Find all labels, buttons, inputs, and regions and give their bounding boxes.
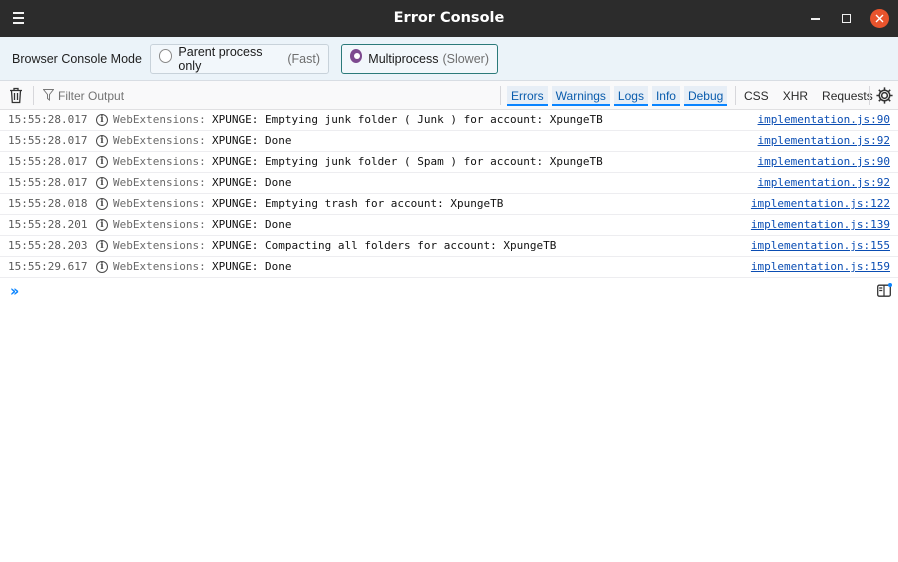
info-icon: i	[96, 135, 108, 147]
toolbar-separator	[869, 86, 870, 105]
log-prefix: WebExtensions:	[113, 197, 206, 210]
toolbar-separator	[33, 86, 34, 105]
log-source-link[interactable]: implementation.js:90	[758, 152, 890, 172]
filter-icon	[43, 89, 54, 101]
log-source-link[interactable]: implementation.js:90	[758, 110, 890, 130]
log-prefix: WebExtensions:	[113, 260, 206, 273]
log-message-text: XPUNGE: Done	[212, 260, 292, 273]
log-timestamp: 15:55:28.017	[8, 176, 88, 189]
log-message-row: 15:55:28.201 i WebExtensions: XPUNGE: Done i…	[0, 215, 898, 236]
info-icon: i	[96, 198, 108, 210]
log-message-row: 15:55:28.203 i WebExtensions: XPUNGE: Compa…	[0, 236, 898, 257]
mode-option-label: Parent process only	[178, 45, 263, 73]
log-message-text: XPUNGE: Compacting all folders for accou…	[212, 239, 557, 252]
info-icon: i	[96, 156, 108, 168]
log-message-row: 15:55:28.018 i WebExtensions: XPUNGE: Empty…	[0, 194, 898, 215]
log-prefix: WebExtensions:	[113, 176, 206, 189]
log-timestamp: 15:55:28.017	[8, 113, 88, 126]
filter-logs-button[interactable]: Logs	[613, 86, 648, 106]
console-input-row: ››	[0, 278, 898, 302]
log-message-text: XPUNGE: Done	[212, 176, 292, 189]
log-message-text: XPUNGE: Emptying trash for account: Xpun…	[212, 197, 504, 210]
log-timestamp: 15:55:28.203	[8, 239, 88, 252]
window-title: Error Console	[393, 10, 505, 26]
log-message-row: 15:55:29.617 i WebExtensions: XPUNGE: Done i…	[0, 257, 898, 278]
log-message-row: 15:55:28.017 i WebExtensions: XPUNGE: Empty…	[0, 152, 898, 173]
mode-option-hint: (Fast)	[287, 52, 320, 66]
log-message-text: XPUNGE: Done	[212, 218, 292, 231]
filter-warnings-button[interactable]: Warnings	[551, 86, 610, 106]
mode-option-parent-process[interactable]: Parent process only (Fast)	[150, 44, 329, 74]
log-prefix: WebExtensions:	[113, 113, 206, 126]
console-output: 15:55:28.017 i WebExtensions: XPUNGE: Empty…	[0, 110, 898, 278]
window-titlebar: Error Console	[0, 0, 898, 37]
close-icon	[875, 14, 884, 23]
log-timestamp: 15:55:28.017	[8, 155, 88, 168]
log-timestamp: 15:55:28.017	[8, 134, 88, 147]
minimize-icon	[810, 18, 820, 20]
log-message-text: XPUNGE: Emptying junk folder ( Spam ) fo…	[212, 155, 603, 168]
log-message-text: XPUNGE: Emptying junk folder ( Junk ) fo…	[212, 113, 603, 126]
mode-option-hint: (Slower)	[442, 52, 489, 66]
console-toolbar: Errors Warnings Logs Info Debug CSS XHR …	[0, 81, 898, 110]
console-input[interactable]	[30, 280, 860, 300]
log-message-row: 15:55:28.017 i WebExtensions: XPUNGE: Empty…	[0, 110, 898, 131]
info-icon: i	[96, 240, 108, 252]
log-prefix: WebExtensions:	[113, 218, 206, 231]
info-icon: i	[96, 261, 108, 273]
filter-debug-button[interactable]: Debug	[683, 86, 728, 106]
filter-requests-button[interactable]: Requests	[818, 86, 877, 106]
level-filter-group: Errors Warnings Logs Info Debug	[507, 86, 728, 106]
radio-unchecked-icon[interactable]	[159, 49, 173, 63]
log-prefix: WebExtensions:	[113, 155, 206, 168]
filter-info-button[interactable]: Info	[651, 86, 680, 106]
filter-output-input[interactable]	[56, 85, 486, 106]
console-mode-bar: Browser Console Mode Parent process only…	[0, 37, 898, 81]
mode-option-multiprocess[interactable]: Multiprocess (Slower)	[341, 44, 498, 74]
log-prefix: WebExtensions:	[113, 134, 206, 147]
log-message-row: 15:55:28.017 i WebExtensions: XPUNGE: Done i…	[0, 131, 898, 152]
filter-errors-button[interactable]: Errors	[507, 86, 548, 106]
log-timestamp: 15:55:28.018	[8, 197, 88, 210]
radio-checked-icon[interactable]	[350, 49, 363, 63]
info-icon: i	[96, 114, 108, 126]
toolbar-separator	[500, 86, 501, 105]
maximize-icon	[841, 13, 851, 23]
minimize-button[interactable]	[806, 9, 824, 27]
type-filter-group: CSS XHR Requests	[740, 86, 877, 106]
filter-css-button[interactable]: CSS	[740, 86, 773, 106]
log-source-link[interactable]: implementation.js:122	[751, 194, 890, 214]
info-icon: i	[96, 219, 108, 231]
log-source-link[interactable]: implementation.js:92	[758, 131, 890, 151]
log-prefix: WebExtensions:	[113, 239, 206, 252]
close-button[interactable]	[870, 9, 889, 28]
sidebar-toggle-icon[interactable]	[877, 283, 892, 297]
log-timestamp: 15:55:29.617	[8, 260, 88, 273]
trash-icon[interactable]	[9, 87, 23, 104]
info-icon: i	[96, 177, 108, 189]
mode-option-label: Multiprocess	[368, 52, 439, 66]
log-source-link[interactable]: implementation.js:92	[758, 173, 890, 193]
log-timestamp: 15:55:28.201	[8, 218, 88, 231]
console-mode-label: Browser Console Mode	[12, 52, 142, 66]
maximize-button[interactable]	[837, 9, 855, 27]
log-message-text: XPUNGE: Done	[212, 134, 292, 147]
log-message-row: 15:55:28.017 i WebExtensions: XPUNGE: Done i…	[0, 173, 898, 194]
log-source-link[interactable]: implementation.js:155	[751, 236, 890, 256]
log-source-link[interactable]: implementation.js:139	[751, 215, 890, 235]
log-source-link[interactable]: implementation.js:159	[751, 257, 890, 277]
prompt-chevron-icon: ››	[10, 282, 20, 300]
gear-icon[interactable]	[875, 86, 894, 105]
toolbar-separator	[735, 86, 736, 105]
filter-xhr-button[interactable]: XHR	[779, 86, 812, 106]
